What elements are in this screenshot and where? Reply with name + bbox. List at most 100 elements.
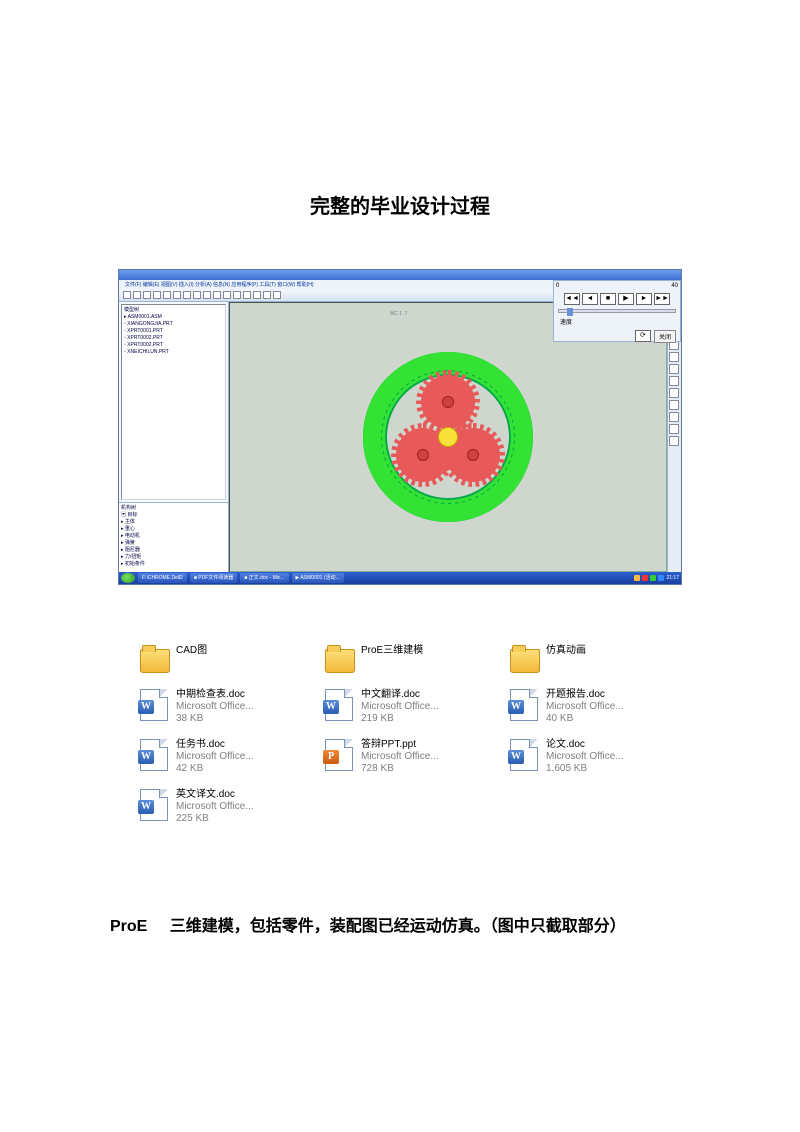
file-item[interactable]: P答辩PPT.pptMicrosoft Office...728 KB [325, 739, 500, 775]
file-item[interactable]: W开题报告.docMicrosoft Office...40 KB [510, 689, 685, 725]
file-size-meta: 1,605 KB [546, 763, 624, 775]
file-name: 中文翻译.doc [361, 689, 439, 701]
file-label: ProE三维建模 [361, 645, 423, 657]
file-name: 仿真动画 [546, 645, 586, 657]
slider-knob[interactable] [567, 308, 573, 316]
file-name: CAD图 [176, 645, 207, 657]
tray-icon [634, 575, 640, 581]
tree-item: ▫ XNEICHILUN.PRT [124, 349, 223, 356]
file-size-meta: 42 KB [176, 763, 254, 775]
side-tool-icon [669, 364, 679, 374]
tray-icon [650, 575, 656, 581]
folder-icon [140, 645, 170, 675]
file-label: 中期检查表.docMicrosoft Office...38 KB [176, 689, 254, 725]
play-button[interactable]: ▶ [618, 293, 634, 305]
file-label: 任务书.docMicrosoft Office...42 KB [176, 739, 254, 775]
tree-item: ▫ XPRT0002.PRT [124, 342, 223, 349]
side-tool-icon [669, 376, 679, 386]
player-start-value: 0 [556, 283, 559, 289]
file-size-meta: 728 KB [361, 763, 439, 775]
tool-icon [273, 291, 281, 299]
step-fwd-button[interactable]: ► [636, 293, 652, 305]
file-item[interactable]: W论文.docMicrosoft Office...1,605 KB [510, 739, 685, 775]
body-paragraph: ProE三维建模，包括零件，装配图已经运动仿真。（图中只截取部分） [110, 915, 690, 939]
file-item[interactable]: W任务书.docMicrosoft Office...42 KB [140, 739, 315, 775]
folder-icon [510, 645, 540, 675]
file-type-meta: Microsoft Office... [176, 751, 254, 763]
proe-left-panel: 模型树 ▸ ASM0001.ASM ▫ XIANGONGJIA.PRT ▫ XP… [119, 302, 229, 572]
file-name: 开题报告.doc [546, 689, 624, 701]
file-item[interactable]: W中期检查表.docMicrosoft Office...38 KB [140, 689, 315, 725]
mech-item: ▸ 主体 [121, 519, 226, 526]
file-type-meta: Microsoft Office... [361, 751, 439, 763]
speed-label: 速度 [560, 317, 572, 326]
file-name: 英文译文.doc [176, 789, 254, 801]
canvas-label: MC 1 .7 [390, 311, 408, 317]
file-type-meta: Microsoft Office... [176, 701, 254, 713]
word-icon: W [140, 789, 170, 819]
taskbar-item[interactable]: ▶ ASM0001 (活动... [292, 573, 344, 583]
start-button[interactable] [121, 573, 135, 583]
file-name: 论文.doc [546, 739, 624, 751]
next-frame-button[interactable]: ►► [654, 293, 670, 305]
powerpoint-icon: P [325, 739, 355, 769]
tool-icon [213, 291, 221, 299]
tool-icon [223, 291, 231, 299]
tree-item: ▫ XPRT0002.PRT [124, 335, 223, 342]
step-back-button[interactable]: ◄ [582, 293, 598, 305]
side-tool-icon [669, 400, 679, 410]
mech-item: ▣ 目标 [121, 512, 226, 519]
file-name: ProE三维建模 [361, 645, 423, 657]
file-type-meta: Microsoft Office... [176, 801, 254, 813]
tool-icon [183, 291, 191, 299]
tool-icon [263, 291, 271, 299]
mech-item: ▸ 重心 [121, 526, 226, 533]
file-name: 中期检查表.doc [176, 689, 254, 701]
planet-hub [417, 449, 429, 461]
mech-item: ▸ 力/扭矩 [121, 554, 226, 561]
file-type-meta: Microsoft Office... [546, 701, 624, 713]
file-item[interactable]: W中文翻译.docMicrosoft Office...219 KB [325, 689, 500, 725]
taskbar-item[interactable]: ■ 正文.doc - Mic... [240, 573, 288, 583]
planet-hub [442, 396, 454, 408]
loop-icon[interactable]: ⟳ [635, 330, 651, 342]
folder-item[interactable]: 仿真动画 [510, 645, 685, 675]
tool-icon [153, 291, 161, 299]
file-label: 开题报告.docMicrosoft Office...40 KB [546, 689, 624, 725]
speed-slider[interactable] [558, 309, 676, 313]
mech-item: ▸ 电动机 [121, 533, 226, 540]
prev-frame-button[interactable]: ◄◄ [564, 293, 580, 305]
tray-icon [642, 575, 648, 581]
file-label: 论文.docMicrosoft Office...1,605 KB [546, 739, 624, 775]
taskbar-item[interactable]: F:\CHROME.Dell2 [138, 573, 187, 583]
folder-item[interactable]: ProE三维建模 [325, 645, 500, 675]
word-icon: W [510, 739, 540, 769]
file-item[interactable]: W英文译文.docMicrosoft Office...225 KB [140, 789, 315, 825]
close-button[interactable]: 关闭 [654, 330, 676, 343]
side-tool-icon [669, 388, 679, 398]
system-tray: 21:17 [634, 575, 679, 581]
stop-button[interactable]: ■ [600, 293, 616, 305]
file-size-meta: 40 KB [546, 713, 624, 725]
file-label: 中文翻译.docMicrosoft Office...219 KB [361, 689, 439, 725]
tree-item: ▫ XIANGONGJIA.PRT [124, 321, 223, 328]
tree-title: 模型树 [124, 307, 223, 314]
file-size-meta: 38 KB [176, 713, 254, 725]
file-name: 答辩PPT.ppt [361, 739, 439, 751]
taskbar-item[interactable]: ■ PDF文件阅读器 [190, 573, 237, 583]
file-label: 答辩PPT.pptMicrosoft Office...728 KB [361, 739, 439, 775]
file-label: 英文译文.docMicrosoft Office...225 KB [176, 789, 254, 825]
tool-icon [253, 291, 261, 299]
windows-taskbar: F:\CHROME.Dell2 ■ PDF文件阅读器 ■ 正文.doc - Mi… [119, 572, 681, 584]
mech-item: ▸ 弹簧 [121, 540, 226, 547]
folder-icon [325, 645, 355, 675]
side-tool-icon [669, 436, 679, 446]
sun-gear [438, 427, 458, 447]
proe-titlebar [119, 270, 681, 280]
file-type-meta: Microsoft Office... [546, 751, 624, 763]
tool-icon [243, 291, 251, 299]
side-tool-icon [669, 352, 679, 362]
file-type-meta: Microsoft Office... [361, 701, 439, 713]
side-tool-icon [669, 412, 679, 422]
folder-item[interactable]: CAD图 [140, 645, 315, 675]
